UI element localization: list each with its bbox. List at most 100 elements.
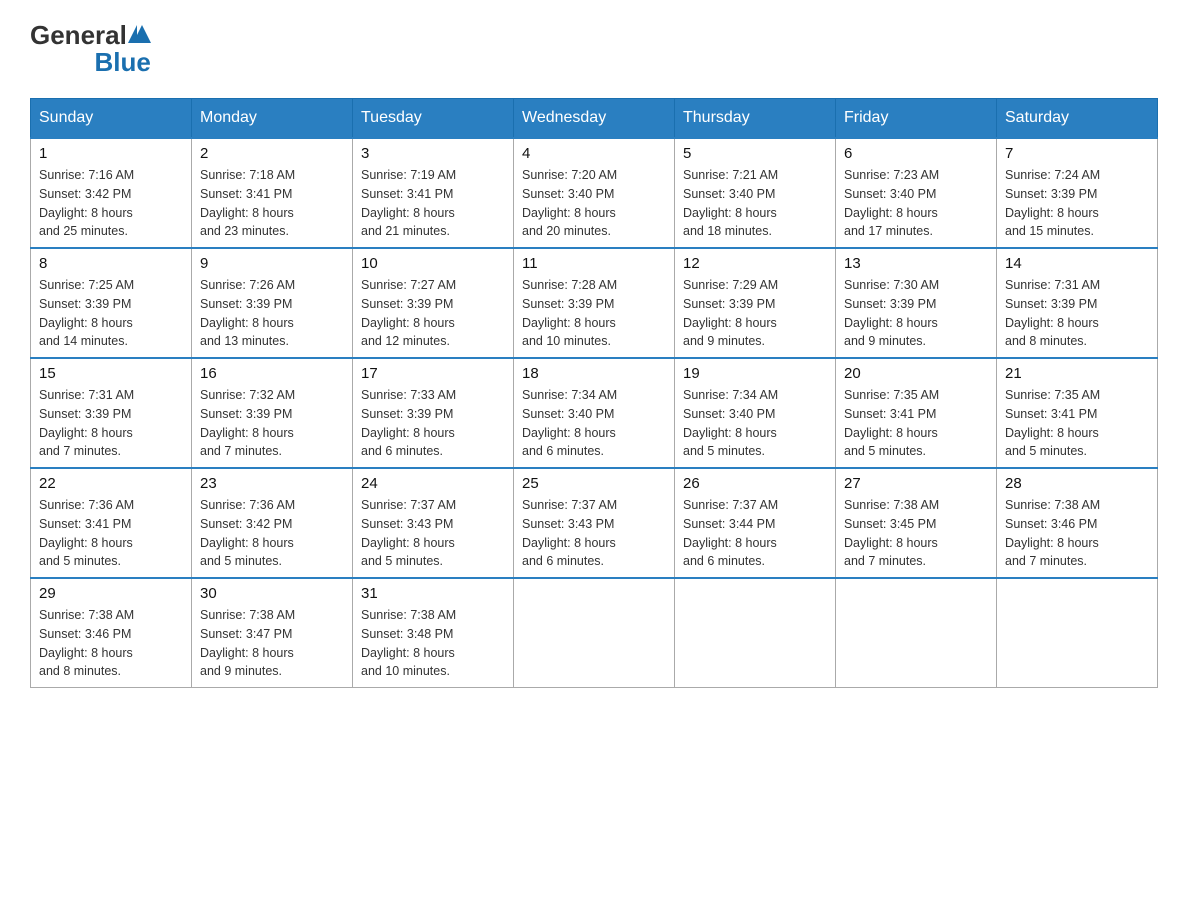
week-row-3: 15Sunrise: 7:31 AMSunset: 3:39 PMDayligh… (31, 358, 1158, 468)
day-info: Sunrise: 7:31 AMSunset: 3:39 PMDaylight:… (1005, 276, 1149, 351)
day-info: Sunrise: 7:19 AMSunset: 3:41 PMDaylight:… (361, 166, 505, 241)
calendar-cell (675, 578, 836, 688)
logo-text-blue: Blue (94, 47, 150, 78)
calendar-cell: 12Sunrise: 7:29 AMSunset: 3:39 PMDayligh… (675, 248, 836, 358)
calendar-cell: 20 Sunrise: 7:35 AMSunset: 3:41 PMDayligh… (836, 358, 997, 468)
calendar-cell: 9 Sunrise: 7:26 AMSunset: 3:39 PMDaylight… (192, 248, 353, 358)
day-number: 6 (844, 145, 988, 162)
calendar-cell: 23Sunrise: 7:36 AMSunset: 3:42 PMDayligh… (192, 468, 353, 578)
day-info: Sunrise: 7:16 AMSunset: 3:42 PMDaylight:… (39, 166, 183, 241)
day-number: 1 (39, 145, 183, 162)
day-info: Sunrise: 7:38 AMSunset: 3:47 PMDaylight:… (200, 606, 344, 681)
calendar-cell: 16 Sunrise: 7:32 AMSunset: 3:39 PMDayligh… (192, 358, 353, 468)
calendar-cell: 24Sunrise: 7:37 AMSunset: 3:43 PMDayligh… (353, 468, 514, 578)
day-number: 12 (683, 255, 827, 272)
calendar-cell: 7Sunrise: 7:24 AMSunset: 3:39 PMDaylight… (997, 138, 1158, 248)
day-number: 16 (200, 365, 344, 382)
day-info: Sunrise: 7:36 AMSunset: 3:42 PMDaylight:… (200, 496, 344, 571)
week-row-1: 1 Sunrise: 7:16 AMSunset: 3:42 PMDaylight… (31, 138, 1158, 248)
calendar-cell: 21 Sunrise: 7:35 AMSunset: 3:41 PMDayligh… (997, 358, 1158, 468)
day-number: 2 (200, 145, 344, 162)
day-number: 17 (361, 365, 505, 382)
day-info: Sunrise: 7:36 AMSunset: 3:41 PMDaylight:… (39, 496, 183, 571)
day-info: Sunrise: 7:37 AMSunset: 3:44 PMDaylight:… (683, 496, 827, 571)
header-thursday: Thursday (675, 99, 836, 139)
day-number: 5 (683, 145, 827, 162)
day-number: 25 (522, 475, 666, 492)
calendar-cell: 11 Sunrise: 7:28 AMSunset: 3:39 PMDayligh… (514, 248, 675, 358)
day-number: 22 (39, 475, 183, 492)
day-number: 29 (39, 585, 183, 602)
calendar-cell: 28 Sunrise: 7:38 AMSunset: 3:46 PMDayligh… (997, 468, 1158, 578)
day-number: 21 (1005, 365, 1149, 382)
day-number: 31 (361, 585, 505, 602)
day-number: 19 (683, 365, 827, 382)
calendar-cell: 6Sunrise: 7:23 AMSunset: 3:40 PMDaylight… (836, 138, 997, 248)
calendar-cell: 14 Sunrise: 7:31 AMSunset: 3:39 PMDayligh… (997, 248, 1158, 358)
day-number: 9 (200, 255, 344, 272)
calendar-cell (836, 578, 997, 688)
day-info: Sunrise: 7:37 AMSunset: 3:43 PMDaylight:… (361, 496, 505, 571)
day-number: 11 (522, 255, 666, 272)
day-number: 4 (522, 145, 666, 162)
header-wednesday: Wednesday (514, 99, 675, 139)
day-number: 26 (683, 475, 827, 492)
calendar-cell: 17 Sunrise: 7:33 AMSunset: 3:39 PMDayligh… (353, 358, 514, 468)
day-info: Sunrise: 7:33 AMSunset: 3:39 PMDaylight:… (361, 386, 505, 461)
logo-arrow2-icon (133, 25, 151, 43)
calendar-cell: 4 Sunrise: 7:20 AMSunset: 3:40 PMDaylight… (514, 138, 675, 248)
week-row-2: 8 Sunrise: 7:25 AMSunset: 3:39 PMDaylight… (31, 248, 1158, 358)
day-number: 3 (361, 145, 505, 162)
day-info: Sunrise: 7:31 AMSunset: 3:39 PMDaylight:… (39, 386, 183, 461)
day-number: 14 (1005, 255, 1149, 272)
header-saturday: Saturday (997, 99, 1158, 139)
calendar-cell: 27Sunrise: 7:38 AMSunset: 3:45 PMDayligh… (836, 468, 997, 578)
calendar-cell: 2 Sunrise: 7:18 AMSunset: 3:41 PMDaylight… (192, 138, 353, 248)
calendar-cell: 22 Sunrise: 7:36 AMSunset: 3:41 PMDayligh… (31, 468, 192, 578)
day-info: Sunrise: 7:38 AMSunset: 3:46 PMDaylight:… (39, 606, 183, 681)
calendar-cell (514, 578, 675, 688)
day-number: 7 (1005, 145, 1149, 162)
day-info: Sunrise: 7:37 AMSunset: 3:43 PMDaylight:… (522, 496, 666, 571)
week-row-4: 22 Sunrise: 7:36 AMSunset: 3:41 PMDayligh… (31, 468, 1158, 578)
calendar-cell: 26 Sunrise: 7:37 AMSunset: 3:44 PMDayligh… (675, 468, 836, 578)
day-info: Sunrise: 7:38 AMSunset: 3:46 PMDaylight:… (1005, 496, 1149, 571)
day-number: 30 (200, 585, 344, 602)
day-info: Sunrise: 7:20 AMSunset: 3:40 PMDaylight:… (522, 166, 666, 241)
day-info: Sunrise: 7:25 AMSunset: 3:39 PMDaylight:… (39, 276, 183, 351)
calendar-cell: 8 Sunrise: 7:25 AMSunset: 3:39 PMDaylight… (31, 248, 192, 358)
calendar-cell: 15Sunrise: 7:31 AMSunset: 3:39 PMDayligh… (31, 358, 192, 468)
page-header: General Blue (30, 20, 1158, 78)
day-info: Sunrise: 7:34 AMSunset: 3:40 PMDaylight:… (683, 386, 827, 461)
day-info: Sunrise: 7:26 AMSunset: 3:39 PMDaylight:… (200, 276, 344, 351)
day-number: 8 (39, 255, 183, 272)
calendar-header-row: SundayMondayTuesdayWednesdayThursdayFrid… (31, 99, 1158, 139)
calendar-cell: 25 Sunrise: 7:37 AMSunset: 3:43 PMDayligh… (514, 468, 675, 578)
header-sunday: Sunday (31, 99, 192, 139)
calendar-cell: 18Sunrise: 7:34 AMSunset: 3:40 PMDayligh… (514, 358, 675, 468)
logo: General Blue (30, 20, 151, 78)
calendar-cell: 30 Sunrise: 7:38 AMSunset: 3:47 PMDayligh… (192, 578, 353, 688)
day-info: Sunrise: 7:34 AMSunset: 3:40 PMDaylight:… (522, 386, 666, 461)
day-info: Sunrise: 7:38 AMSunset: 3:48 PMDaylight:… (361, 606, 505, 681)
day-number: 20 (844, 365, 988, 382)
calendar-cell: 1 Sunrise: 7:16 AMSunset: 3:42 PMDaylight… (31, 138, 192, 248)
day-info: Sunrise: 7:18 AMSunset: 3:41 PMDaylight:… (200, 166, 344, 241)
calendar-cell: 31 Sunrise: 7:38 AMSunset: 3:48 PMDayligh… (353, 578, 514, 688)
calendar-cell: 5Sunrise: 7:21 AMSunset: 3:40 PMDaylight… (675, 138, 836, 248)
header-monday: Monday (192, 99, 353, 139)
day-number: 10 (361, 255, 505, 272)
day-info: Sunrise: 7:28 AMSunset: 3:39 PMDaylight:… (522, 276, 666, 351)
day-info: Sunrise: 7:38 AMSunset: 3:45 PMDaylight:… (844, 496, 988, 571)
calendar-cell: 3 Sunrise: 7:19 AMSunset: 3:41 PMDaylight… (353, 138, 514, 248)
day-info: Sunrise: 7:35 AMSunset: 3:41 PMDaylight:… (844, 386, 988, 461)
day-number: 13 (844, 255, 988, 272)
calendar-table: SundayMondayTuesdayWednesdayThursdayFrid… (30, 98, 1158, 688)
day-number: 28 (1005, 475, 1149, 492)
week-row-5: 29 Sunrise: 7:38 AMSunset: 3:46 PMDayligh… (31, 578, 1158, 688)
day-info: Sunrise: 7:35 AMSunset: 3:41 PMDaylight:… (1005, 386, 1149, 461)
day-info: Sunrise: 7:32 AMSunset: 3:39 PMDaylight:… (200, 386, 344, 461)
calendar-cell: 29 Sunrise: 7:38 AMSunset: 3:46 PMDayligh… (31, 578, 192, 688)
calendar-cell: 19 Sunrise: 7:34 AMSunset: 3:40 PMDayligh… (675, 358, 836, 468)
calendar-cell (997, 578, 1158, 688)
